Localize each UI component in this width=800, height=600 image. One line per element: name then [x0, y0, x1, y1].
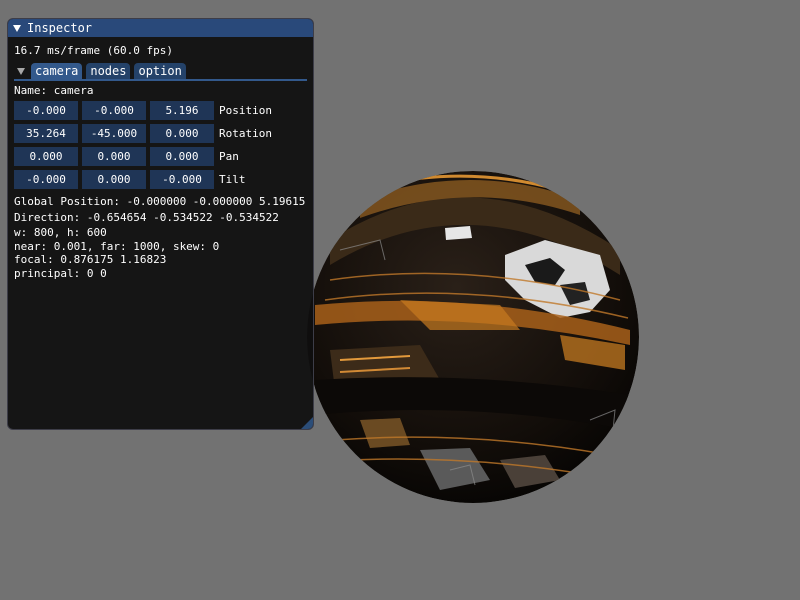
- triangle-down-icon[interactable]: [13, 24, 21, 32]
- pan-x-field[interactable]: 0.000: [14, 147, 78, 166]
- direction-readout: Direction: -0.654654 -0.534522 -0.534522: [14, 211, 279, 224]
- global-position-readout: Global Position: -0.000000 -0.000000 5.1…: [14, 195, 306, 208]
- position-y-field[interactable]: -0.000: [82, 101, 146, 120]
- triangle-down-icon[interactable]: [17, 68, 25, 75]
- rotation-y-field[interactable]: -45.000: [82, 124, 146, 143]
- tilt-x-field[interactable]: -0.000: [14, 170, 78, 189]
- tab-option[interactable]: option: [134, 63, 186, 79]
- position-label: Position: [219, 104, 272, 117]
- tilt-row: -0.000 0.000 -0.000 Tilt: [14, 169, 307, 190]
- position-row: -0.000 -0.000 5.196 Position: [14, 100, 307, 121]
- tab-bar: camera nodes option: [14, 63, 307, 81]
- pan-label: Pan: [219, 150, 239, 163]
- tab-nodes[interactable]: nodes: [86, 63, 131, 79]
- pan-row: 0.000 0.000 0.000 Pan: [14, 146, 307, 167]
- focal-readout: focal: 0.876175 1.16823: [14, 253, 167, 266]
- tilt-y-field[interactable]: 0.000: [82, 170, 146, 189]
- tab-camera[interactable]: camera: [31, 63, 83, 79]
- rotation-label: Rotation: [219, 127, 272, 140]
- resize-grip[interactable]: [301, 417, 313, 429]
- inspector-window[interactable]: Inspector 16.7 ms/frame (60.0 fps) camer…: [7, 18, 314, 430]
- position-x-field[interactable]: -0.000: [14, 101, 78, 120]
- position-z-field[interactable]: 5.196: [150, 101, 214, 120]
- camera-info: Global Position: -0.000000 -0.000000 5.1…: [14, 194, 307, 280]
- tilt-z-field[interactable]: -0.000: [150, 170, 214, 189]
- rotation-z-field[interactable]: 0.000: [150, 124, 214, 143]
- camera-name: Name: camera: [14, 84, 94, 97]
- pan-y-field[interactable]: 0.000: [82, 147, 146, 166]
- window-title-bar[interactable]: Inspector: [8, 19, 313, 37]
- rotation-x-field[interactable]: 35.264: [14, 124, 78, 143]
- rotation-row: 35.264 -45.000 0.000 Rotation: [14, 123, 307, 144]
- textured-sphere: [307, 171, 639, 503]
- viewport-size-readout: w: 800, h: 600: [14, 226, 107, 239]
- fps-readout: 16.7 ms/frame (60.0 fps): [14, 44, 173, 57]
- tilt-label: Tilt: [219, 173, 246, 186]
- clip-planes-readout: near: 0.001, far: 1000, skew: 0: [14, 239, 220, 253]
- pan-z-field[interactable]: 0.000: [150, 147, 214, 166]
- principal-readout: principal: 0 0: [14, 266, 107, 280]
- window-title: Inspector: [27, 21, 93, 35]
